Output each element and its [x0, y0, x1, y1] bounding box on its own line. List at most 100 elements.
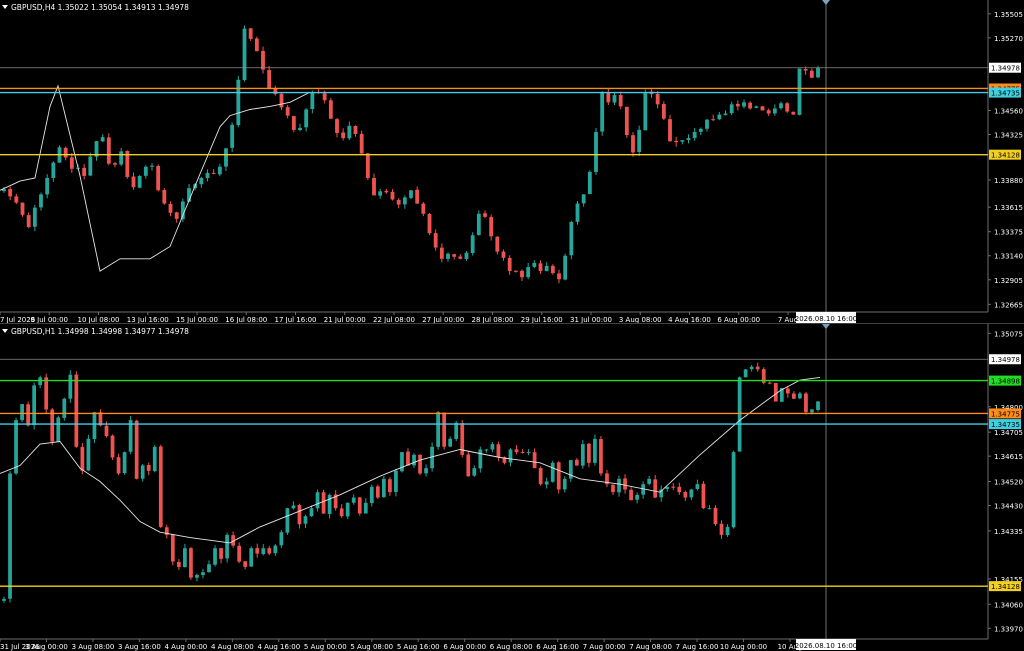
bear-candle — [396, 199, 401, 205]
bear-candle — [611, 484, 615, 493]
bull-candle — [754, 106, 759, 108]
bear-candle — [384, 190, 389, 193]
h1-chart[interactable]: 1.350751.348001.347051.346151.345201.344… — [0, 324, 1024, 651]
bull-candle — [526, 452, 531, 454]
bear-candle — [131, 176, 136, 188]
bull-candle — [550, 462, 555, 482]
x-tick-label: 10 Aug 00:00 — [720, 643, 767, 651]
yellow-level-label: 1.34128 — [991, 152, 1020, 160]
chevron-down-icon[interactable] — [2, 329, 8, 333]
h4-chart-pane[interactable]: 1.35505 1.35270 1.34560 1.34325 1.33880 1.336… — [0, 0, 1024, 324]
bull-candle — [695, 484, 700, 489]
bear-candle — [80, 446, 85, 471]
bull-candle — [798, 393, 802, 399]
period-marker-icon — [822, 324, 830, 329]
bull-candle — [45, 177, 50, 195]
bull-candle — [446, 253, 450, 259]
bear-candle — [766, 110, 771, 114]
bear-candle — [655, 93, 660, 105]
x-tick-label: 7 Aug 16:00 — [676, 643, 719, 651]
bear-candle — [285, 107, 290, 116]
bear-candle — [174, 212, 179, 219]
bull-candle — [201, 572, 205, 576]
bull-candle — [119, 151, 124, 165]
bull-candle — [199, 177, 204, 185]
bull-candle — [347, 125, 352, 139]
bull-candle — [150, 165, 154, 167]
bull-candle — [32, 385, 37, 426]
x-tick-label: 5 Aug 08:00 — [350, 643, 393, 651]
y-tick-label: 1.32905 — [994, 277, 1023, 285]
bear-candle — [375, 486, 380, 498]
x-tick-label: 4 Aug 16:00 — [257, 643, 300, 651]
bear-candle — [418, 454, 422, 474]
bull-candle — [587, 171, 592, 194]
bear-candle — [255, 548, 260, 554]
bull-candle — [217, 166, 222, 175]
bull-candle — [544, 481, 549, 485]
bear-candle — [69, 157, 74, 169]
bull-candle — [810, 409, 814, 413]
bull-candle — [490, 444, 495, 450]
bull-candle — [779, 103, 783, 109]
bear-candle — [629, 489, 633, 501]
bear-candle — [341, 132, 346, 139]
bull-candle — [707, 508, 712, 510]
bear-candle — [618, 95, 623, 107]
bear-candle — [520, 452, 525, 454]
bull-candle — [378, 191, 383, 196]
bull-candle — [285, 508, 290, 533]
bull-candle — [62, 398, 67, 418]
chevron-down-icon[interactable] — [2, 5, 8, 9]
x-tick-label: 6 Aug 08:00 — [490, 643, 533, 651]
bull-candle — [92, 412, 97, 439]
bull-candle — [478, 449, 483, 469]
cyan-level-label: 1.34735 — [991, 421, 1020, 429]
cyan-level-label: 1.34735 — [991, 90, 1020, 98]
x-tick-label: 5 Aug 00:00 — [304, 643, 347, 651]
bear-candle — [538, 263, 543, 272]
y-tick-label: 1.33140 — [994, 253, 1023, 261]
bull-candle — [743, 369, 748, 378]
bear-candle — [14, 196, 19, 203]
bear-candle — [683, 492, 688, 498]
bear-candle — [26, 404, 30, 426]
bull-candle — [230, 124, 235, 148]
bull-candle — [562, 478, 567, 490]
bull-candle — [205, 172, 210, 179]
bear-candle — [785, 388, 790, 394]
bull-candle — [689, 489, 694, 498]
bear-candle — [365, 153, 370, 178]
y-tick-label: 1.33880 — [994, 177, 1023, 185]
bull-candle — [424, 468, 428, 474]
bull-candle — [508, 449, 513, 463]
bull-candle — [309, 508, 314, 517]
bull-candle — [224, 148, 228, 167]
bull-candle — [635, 494, 639, 500]
yellow-level-label: 1.34128 — [991, 583, 1020, 591]
bear-candle — [328, 100, 333, 119]
h4-chart[interactable]: 1.35505 1.35270 1.34560 1.34325 1.33880 1.336… — [0, 0, 1024, 324]
bull-candle — [213, 548, 217, 565]
y-tick-label: 1.34325 — [994, 132, 1023, 140]
bull-candle — [32, 207, 37, 227]
bear-candle — [353, 126, 358, 135]
bull-candle — [304, 109, 309, 128]
bear-candle — [496, 444, 501, 458]
bull-candle — [327, 494, 332, 515]
bear-candle — [279, 93, 284, 108]
bull-candle — [476, 213, 481, 235]
bear-candle — [514, 449, 519, 453]
bear-candle — [713, 507, 718, 525]
bull-candle — [569, 221, 574, 256]
bear-candle — [674, 140, 679, 143]
bear-candle — [623, 478, 627, 490]
orange-level-label: 1.34775 — [991, 410, 1020, 418]
bull-candle — [737, 377, 742, 452]
bear-candle — [556, 462, 561, 490]
h1-chart-pane[interactable]: 1.35075 1.34800 1.34705 1.34615 1.34520 1.344… — [0, 324, 1024, 651]
y-tick-label: 1.33970 — [994, 625, 1023, 633]
bear-candle — [513, 270, 518, 272]
x-tick-label: 6 Aug 00:00 — [443, 643, 486, 651]
bull-candle — [436, 412, 441, 447]
